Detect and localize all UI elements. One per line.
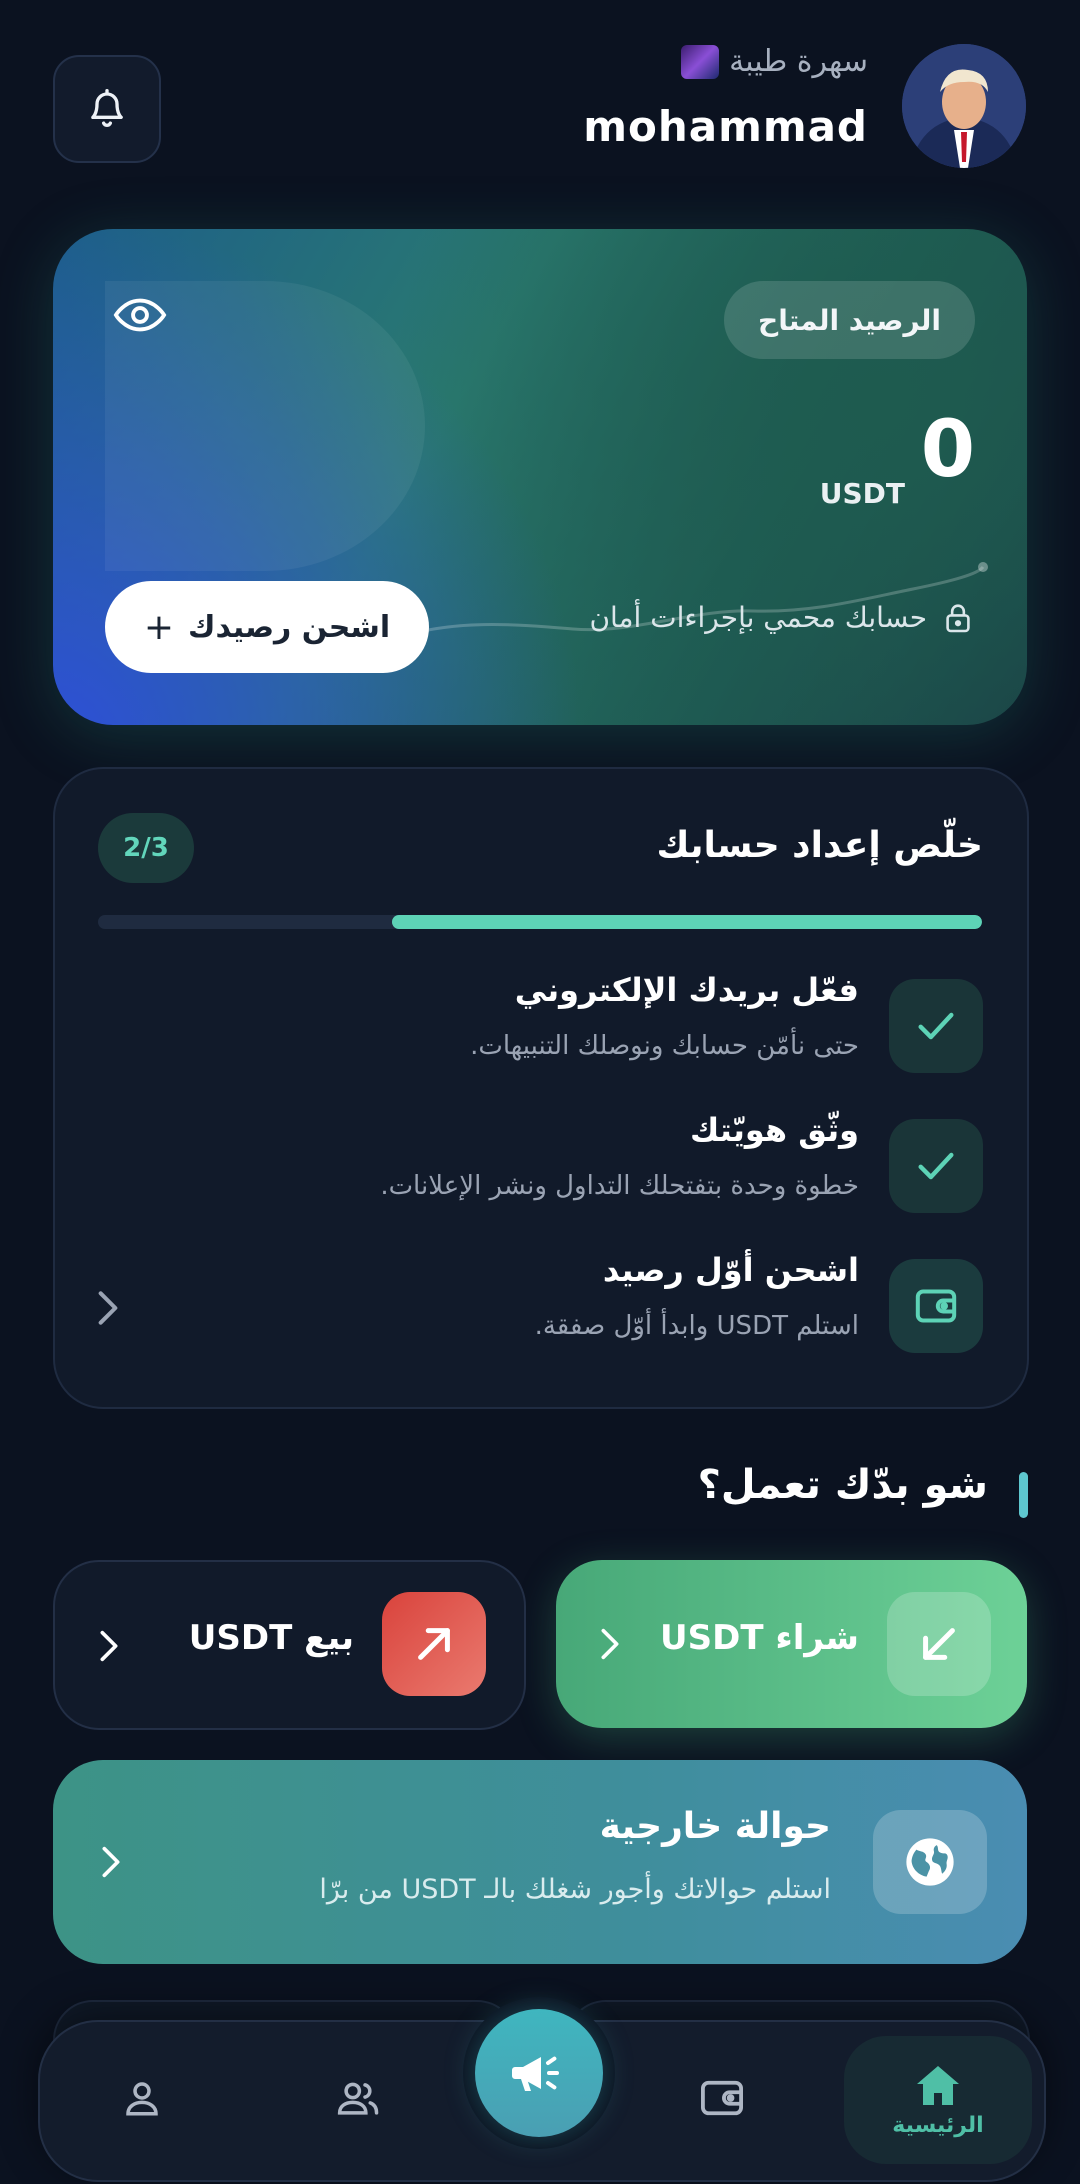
topup-label: اشحن رصيدك (188, 609, 391, 645)
section-title: شو بدّك تعمل؟ (697, 1462, 988, 1508)
setup-step-email[interactable]: فعّل بريدك الإلكتروني حتى نأمّن حسابك ون… (55, 971, 1027, 1089)
section-accent-bar (1019, 1472, 1028, 1518)
post-ad-button[interactable] (475, 2009, 603, 2137)
chevron-right-icon (102, 1846, 120, 1878)
greeting: سهرة طيبة (681, 44, 868, 79)
arrow-down-left-icon (923, 1628, 955, 1660)
balance-currency: USDT (819, 477, 905, 510)
arrow-up-right-icon (418, 1628, 450, 1660)
avatar-image (902, 44, 1026, 168)
step-subtitle: حتى نأمّن حسابك ونوصلك التنبيهات. (470, 1031, 859, 1061)
profile-icon (126, 2082, 158, 2116)
bell-icon (91, 88, 123, 127)
plus-icon: + (143, 606, 174, 648)
check-icon (918, 1152, 954, 1180)
toggle-balance-visibility-button[interactable] (113, 295, 167, 339)
step-subtitle: استلم USDT وابدأ أوّل صفقة. (534, 1311, 859, 1341)
available-balance-label: الرصيد المتاح (724, 281, 975, 359)
nav-home[interactable]: الرئيسية (844, 2036, 1032, 2164)
security-text: حسابك محمي بإجراءات أمان (589, 601, 927, 634)
step-subtitle: خطوة وحدة بتفتحلك التداول ونشر الإعلانات… (380, 1171, 859, 1201)
step-title: اشحن أوّل رصيد (602, 1251, 859, 1289)
setup-step-first-deposit[interactable]: اشحن أوّل رصيد استلم USDT وابدأ أوّل صفق… (55, 1251, 1027, 1369)
home-icon (917, 2065, 959, 2105)
setup-step-identity[interactable]: وثّق هويّتك خطوة وحدة بتفتحلك التداول ون… (55, 1111, 1027, 1229)
topup-button[interactable]: اشحن رصيدك + (105, 581, 429, 673)
external-transfer-card[interactable]: حوالة خارجية استلم حوالاتك وأجور شغلك با… (53, 1760, 1027, 1964)
sell-icon-badge (382, 1592, 486, 1696)
transfer-icon-badge (873, 1810, 987, 1914)
balance-card: الرصيد المتاح 0 USDT اشحن رصيدك + حسابك … (53, 229, 1027, 725)
security-note: حسابك محمي بإجراءات أمان (589, 601, 971, 634)
account-setup-card: خلّص إعداد حسابك 2/3 فعّل بريدك الإلكترو… (53, 767, 1029, 1409)
eye-icon (113, 298, 167, 332)
greeting-text: سهرة طيبة (729, 44, 868, 79)
setup-progress-badge: 2/3 (98, 813, 194, 883)
step-done-badge (889, 1119, 983, 1213)
wallet-icon (915, 1289, 957, 1323)
buy-icon-badge (887, 1592, 991, 1696)
transfer-title: حوالة خارجية (599, 1806, 831, 1847)
setup-progress-bar (98, 915, 982, 929)
globe-icon (906, 1838, 954, 1886)
avatar[interactable] (902, 44, 1026, 168)
step-title: وثّق هويّتك (689, 1111, 859, 1149)
lock-icon (946, 603, 970, 632)
sell-label: بيع USDT (188, 1618, 354, 1658)
nav-profile[interactable] (82, 2048, 202, 2148)
setup-title: خلّص إعداد حسابك (656, 825, 984, 866)
setup-progress-fill (392, 915, 982, 929)
check-icon (918, 1012, 954, 1040)
step-pending-badge (889, 1259, 983, 1353)
step-done-badge (889, 979, 983, 1073)
balance-amount: 0 (920, 405, 975, 495)
sell-usdt-button[interactable]: بيع USDT (53, 1560, 526, 1730)
step-title: فعّل بريدك الإلكتروني (514, 971, 859, 1009)
buy-label: شراء USDT (660, 1618, 859, 1658)
nav-wallet[interactable] (662, 2048, 782, 2148)
chevron-right-icon (98, 1291, 118, 1325)
nav-community[interactable] (298, 2048, 418, 2148)
notifications-button[interactable] (53, 55, 161, 163)
username: mohammad (583, 102, 868, 151)
nav-home-label: الرئيسية (892, 2112, 984, 2138)
galaxy-emoji-icon (681, 44, 720, 79)
transfer-subtitle: استلم حوالاتك وأجور شغلك بالـ USDT من بر… (319, 1874, 831, 1905)
wallet-icon (701, 2080, 743, 2116)
users-icon (337, 2082, 379, 2115)
chevron-right-icon (601, 1628, 619, 1660)
buy-usdt-button[interactable]: شراء USDT (556, 1560, 1027, 1728)
megaphone-icon (512, 2056, 559, 2091)
chevron-right-icon (100, 1630, 118, 1662)
